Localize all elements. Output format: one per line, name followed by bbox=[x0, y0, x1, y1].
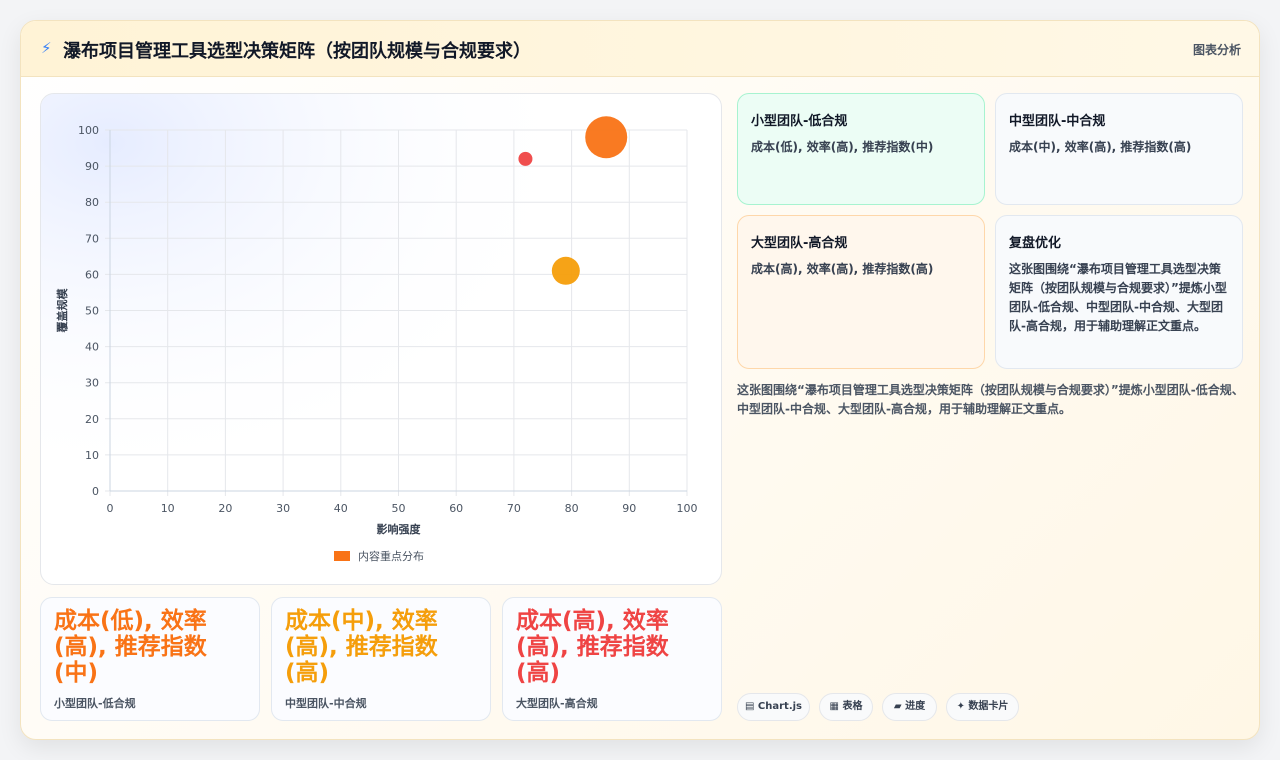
scatter-point bbox=[518, 151, 533, 166]
stat-label: 大型团队-高合规 bbox=[516, 697, 598, 710]
page-title: 瀑布项目管理工具选型决策矩阵（按团队规模与合规要求） bbox=[63, 41, 531, 62]
y-axis-label: 覆盖规模 bbox=[55, 288, 69, 333]
y-tick-label: 10 bbox=[85, 449, 99, 462]
info-card-desc: 成本(低), 效率(高), 推荐指数(中) bbox=[751, 140, 934, 154]
y-tick-label: 20 bbox=[85, 413, 99, 426]
info-card-desc: 成本(中), 效率(高), 推荐指数(高) bbox=[1009, 140, 1192, 154]
main-card: ⚡ 瀑布项目管理工具选型决策矩阵（按团队规模与合规要求） 图表分析 0 10 20 3… bbox=[20, 20, 1260, 740]
info-card-small-team: 小型团队-低合规 成本(低), 效率(高), 推荐指数(中) bbox=[737, 93, 985, 205]
x-tick-label: 40 bbox=[334, 502, 348, 515]
chart-panel: 0 10 20 30 40 50 60 70 80 90 100 0 10 20 30 40 50 60 70 80 9… bbox=[40, 93, 722, 585]
stat-label: 中型团队-中合规 bbox=[285, 697, 367, 710]
x-tick-label: 20 bbox=[218, 502, 232, 515]
stat-label: 小型团队-低合规 bbox=[54, 697, 136, 710]
stat-card-large-team: 成本(高), 效率(高), 推荐指数(高) 大型团队-高合规 bbox=[502, 597, 722, 721]
y-tick-label: 80 bbox=[85, 196, 99, 209]
y-tick-label: 70 bbox=[85, 232, 99, 245]
y-tick-label: 60 bbox=[85, 268, 99, 281]
info-card-desc: 这张图围绕“瀑布项目管理工具选型决策矩阵（按团队规模与合规要求）”提炼小型团队-… bbox=[1009, 262, 1227, 333]
info-card-title: 中型团队-中合规 bbox=[1009, 114, 1106, 129]
y-tick-label: 40 bbox=[85, 341, 99, 354]
info-card-medium-team: 中型团队-中合规 成本(中), 效率(高), 推荐指数(高) bbox=[995, 93, 1243, 205]
x-tick-label: 80 bbox=[565, 502, 579, 515]
x-tick-label: 0 bbox=[107, 502, 114, 515]
stat-value: 成本(低), 效率(高), 推荐指数(中) bbox=[54, 608, 207, 686]
header: ⚡ 瀑布项目管理工具选型决策矩阵（按团队规模与合规要求） 图表分析 bbox=[21, 21, 1259, 77]
x-tick-label: 10 bbox=[161, 502, 175, 515]
chart-description: 这张图围绕“瀑布项目管理工具选型决策矩阵（按团队规模与合规要求）”提炼小型团队-… bbox=[737, 383, 1244, 416]
info-card-desc: 成本(高), 效率(高), 推荐指数(高) bbox=[751, 262, 934, 276]
y-tick-label: 90 bbox=[85, 160, 99, 173]
y-tick-label: 100 bbox=[78, 124, 99, 137]
chart-analysis-tag[interactable]: 图表分析 bbox=[1193, 41, 1241, 58]
scatter-point bbox=[585, 116, 628, 159]
x-tick-label: 100 bbox=[677, 502, 698, 515]
scatter-point bbox=[551, 256, 580, 285]
stat-value: 成本(高), 效率(高), 推荐指数(高) bbox=[516, 608, 669, 686]
info-card-title: 复盘优化 bbox=[1009, 236, 1062, 251]
lightning-icon: ⚡ bbox=[41, 39, 52, 57]
info-card-review: 复盘优化 这张图围绕“瀑布项目管理工具选型决策矩阵（按团队规模与合规要求）”提炼… bbox=[995, 215, 1243, 369]
stat-card-medium-team: 成本(中), 效率(高), 推荐指数(高) 中型团队-中合规 bbox=[271, 597, 491, 721]
info-card-large-team: 大型团队-高合规 成本(高), 效率(高), 推荐指数(高) bbox=[737, 215, 985, 369]
legend-swatch bbox=[334, 551, 350, 561]
chip-data-card[interactable]: ✦ 数据卡片 bbox=[946, 693, 1019, 721]
info-card-title: 小型团队-低合规 bbox=[751, 114, 848, 129]
info-card-title: 大型团队-高合规 bbox=[751, 236, 848, 251]
y-tick-label: 30 bbox=[85, 377, 99, 390]
x-tick-label: 30 bbox=[276, 502, 290, 515]
scatter-chart: 0 10 20 30 40 50 60 70 80 90 100 0 10 20 30 40 50 60 70 80 9… bbox=[41, 94, 721, 584]
x-tick-label: 70 bbox=[507, 502, 521, 515]
stat-card-small-team: 成本(低), 效率(高), 推荐指数(中) 小型团队-低合规 bbox=[40, 597, 260, 721]
chip-chartjs[interactable]: ▤ Chart.js bbox=[737, 693, 810, 721]
y-tick-label: 0 bbox=[92, 485, 99, 498]
x-axis-label: 影响强度 bbox=[377, 522, 422, 536]
stat-value: 成本(中), 效率(高), 推荐指数(高) bbox=[285, 608, 438, 686]
chip-progress[interactable]: ▰ 进度 bbox=[882, 693, 937, 721]
y-tick-label: 50 bbox=[85, 305, 99, 318]
x-tick-label: 90 bbox=[622, 502, 636, 515]
legend-label: 内容重点分布 bbox=[358, 549, 424, 563]
x-tick-label: 60 bbox=[449, 502, 463, 515]
x-tick-label: 50 bbox=[392, 502, 406, 515]
chart-background bbox=[41, 94, 721, 584]
chip-table[interactable]: ▦ 表格 bbox=[819, 693, 873, 721]
